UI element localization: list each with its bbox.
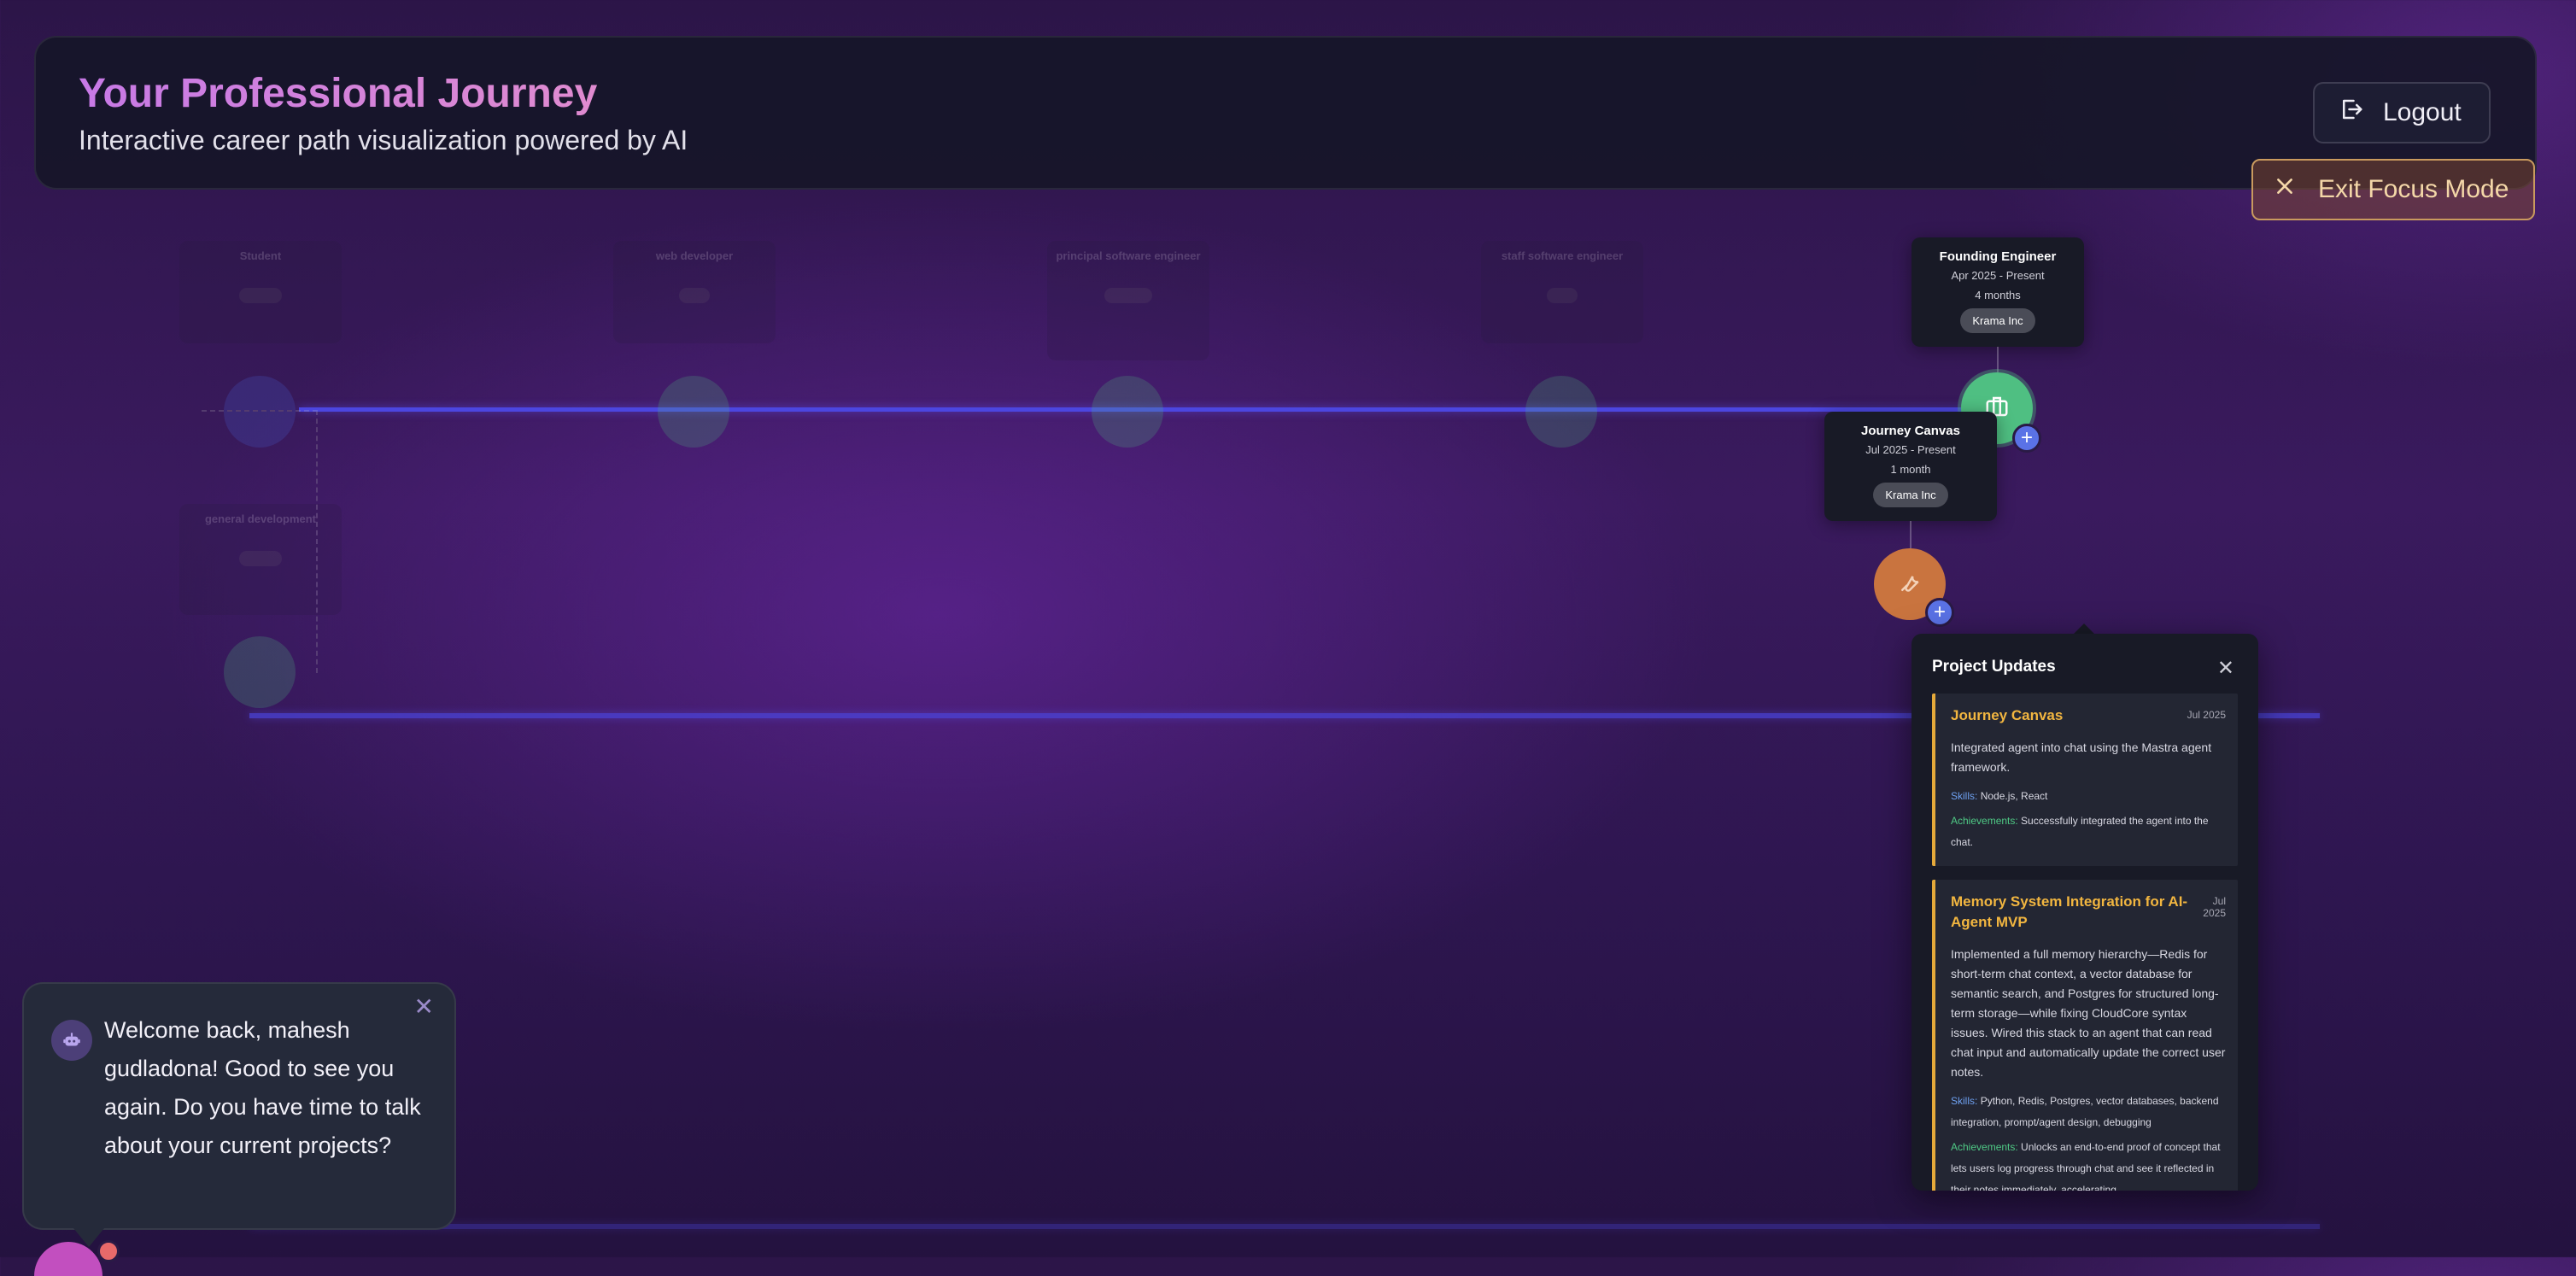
faded-card-title: Student bbox=[239, 249, 282, 262]
faded-node[interactable] bbox=[1525, 376, 1597, 448]
achievements-label: Achievements: bbox=[1951, 815, 2018, 827]
add-project-update-button[interactable]: + bbox=[1925, 598, 1954, 627]
exit-focus-label: Exit Focus Mode bbox=[2318, 175, 2509, 203]
faded-card[interactable]: Student bbox=[179, 241, 342, 343]
update-date: Jul 2025 bbox=[2187, 709, 2226, 721]
faded-card-title: principal software engineer bbox=[1056, 249, 1201, 262]
logout-button[interactable]: Logout bbox=[2313, 82, 2491, 143]
project-connector bbox=[1910, 521, 1912, 548]
add-role-item-button[interactable]: + bbox=[2012, 424, 2041, 453]
project-dates: Jul 2025 - Present bbox=[1865, 443, 1956, 456]
faded-node[interactable] bbox=[1092, 376, 1163, 448]
project-title: Journey Canvas bbox=[1861, 424, 1960, 438]
update-skills: Node.js, React bbox=[1980, 790, 2048, 802]
faded-card-title: web developer bbox=[655, 249, 734, 262]
skills-label: Skills: bbox=[1951, 1095, 1978, 1107]
project-duration: 1 month bbox=[1890, 463, 1931, 476]
update-description: Implemented a full memory hierarchy—Redi… bbox=[1951, 947, 2226, 1079]
notification-dot bbox=[97, 1240, 120, 1262]
role-company-badge: Krama Inc bbox=[1960, 308, 2035, 333]
faded-card[interactable]: web developer bbox=[613, 241, 776, 343]
project-updates-panel: Project Updates ✕ Journey Canvas Jul 202… bbox=[1912, 634, 2258, 1191]
role-duration: 4 months bbox=[1975, 289, 2021, 301]
achievements-label: Achievements: bbox=[1951, 1141, 2018, 1153]
page-subtitle: Interactive career path visualization po… bbox=[79, 125, 688, 155]
update-title: Memory System Integration for AI-Agent M… bbox=[1951, 893, 2188, 930]
faded-card[interactable]: principal software engineer bbox=[1047, 241, 1209, 360]
project-company-badge: Krama Inc bbox=[1873, 483, 1948, 507]
page-title: Your Professional Journey bbox=[79, 71, 598, 116]
chat-message: Welcome back, mahesh gudladona! Good to … bbox=[104, 1017, 421, 1158]
wrench-icon bbox=[1897, 570, 1923, 600]
chat-welcome-bubble: Welcome back, mahesh gudladona! Good to … bbox=[22, 982, 456, 1230]
close-icon bbox=[2274, 175, 2296, 204]
skills-label: Skills: bbox=[1951, 790, 1978, 802]
update-card[interactable]: Memory System Integration for AI-Agent M… bbox=[1932, 880, 2238, 1191]
close-updates-button[interactable]: ✕ bbox=[2217, 656, 2234, 681]
faded-node[interactable] bbox=[658, 376, 729, 448]
close-chat-bubble-button[interactable]: ✕ bbox=[414, 992, 434, 1021]
role-dates: Apr 2025 - Present bbox=[1951, 269, 2045, 282]
exit-focus-mode-button[interactable]: Exit Focus Mode bbox=[2251, 159, 2535, 220]
update-description: Integrated agent into chat using the Mas… bbox=[1951, 740, 2212, 774]
timeline-bottom-line bbox=[249, 1224, 2320, 1229]
branch-connector bbox=[202, 410, 318, 673]
logout-icon bbox=[2339, 97, 2364, 129]
update-date: Jul 2025 bbox=[2203, 895, 2226, 919]
role-title: Founding Engineer bbox=[1939, 249, 2057, 264]
role-connector bbox=[1997, 347, 1999, 372]
project-card-journey-canvas[interactable]: Journey Canvas Jul 2025 - Present 1 mont… bbox=[1824, 412, 1997, 521]
chat-avatar-button[interactable] bbox=[34, 1242, 102, 1276]
role-card-founding-engineer[interactable]: Founding Engineer Apr 2025 - Present 4 m… bbox=[1912, 237, 2084, 347]
app-header: Your Professional Journey Interactive ca… bbox=[34, 36, 2537, 190]
logout-label: Logout bbox=[2383, 98, 2462, 126]
popover-caret bbox=[2074, 623, 2094, 634]
update-card[interactable]: Journey Canvas Jul 2025 Integrated agent… bbox=[1932, 694, 2238, 866]
faded-card-title: staff software engineer bbox=[1501, 249, 1624, 262]
update-skills: Python, Redis, Postgres, vector database… bbox=[1951, 1095, 2219, 1128]
update-title: Journey Canvas bbox=[1951, 707, 2064, 723]
faded-card[interactable]: staff software engineer bbox=[1481, 241, 1643, 343]
robot-icon bbox=[51, 1020, 92, 1061]
project-updates-title: Project Updates bbox=[1932, 658, 2056, 676]
